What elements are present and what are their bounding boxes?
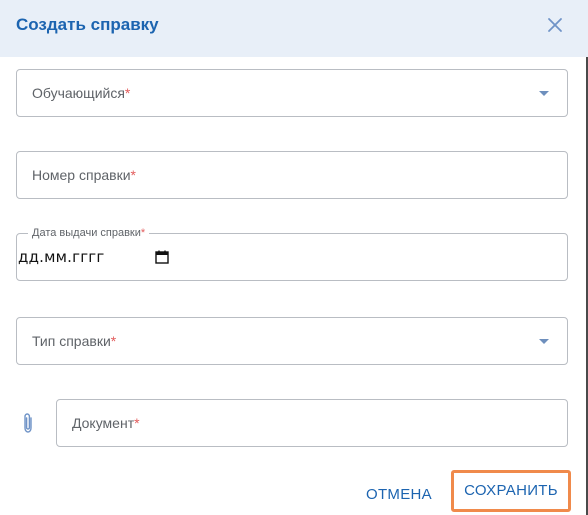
- chevron-down-icon: [539, 91, 549, 96]
- issue-date-placeholder: дд.мм.гггг: [18, 248, 105, 266]
- student-label: Обучающийся*: [32, 85, 131, 101]
- close-button[interactable]: [544, 14, 566, 36]
- dialog-actions: ОТМЕНА СОХРАНИТЬ: [0, 470, 588, 515]
- required-mark: *: [134, 415, 140, 431]
- certificate-number-input[interactable]: Номер справки*: [16, 151, 568, 199]
- dialog-header: Создать справку: [0, 0, 588, 57]
- create-certificate-dialog: Создать справку Обучающийся* Номер справ…: [0, 0, 588, 515]
- issue-date-label: Дата выдачи справки*: [28, 226, 150, 240]
- student-select[interactable]: Обучающийся*: [16, 69, 568, 117]
- required-mark: *: [140, 227, 146, 239]
- certificate-type-select[interactable]: Тип справки*: [16, 317, 568, 365]
- required-mark: *: [130, 167, 136, 183]
- certificate-type-label: Тип справки*: [32, 333, 117, 349]
- close-icon: [548, 18, 562, 32]
- document-label: Документ*: [72, 415, 140, 431]
- paperclip-icon[interactable]: [20, 412, 36, 434]
- calendar-icon[interactable]: [155, 250, 169, 264]
- required-mark: *: [110, 333, 117, 349]
- document-input[interactable]: Документ*: [56, 399, 568, 447]
- dialog-title: Создать справку: [16, 15, 159, 34]
- certificate-number-label: Номер справки*: [32, 167, 136, 183]
- cancel-button[interactable]: ОТМЕНА: [366, 486, 432, 504]
- chevron-down-icon: [539, 339, 549, 344]
- required-mark: *: [124, 85, 131, 101]
- save-button[interactable]: СОХРАНИТЬ: [451, 470, 571, 512]
- issue-date-input[interactable]: Дата выдачи справки* дд.мм.гггг: [16, 226, 568, 281]
